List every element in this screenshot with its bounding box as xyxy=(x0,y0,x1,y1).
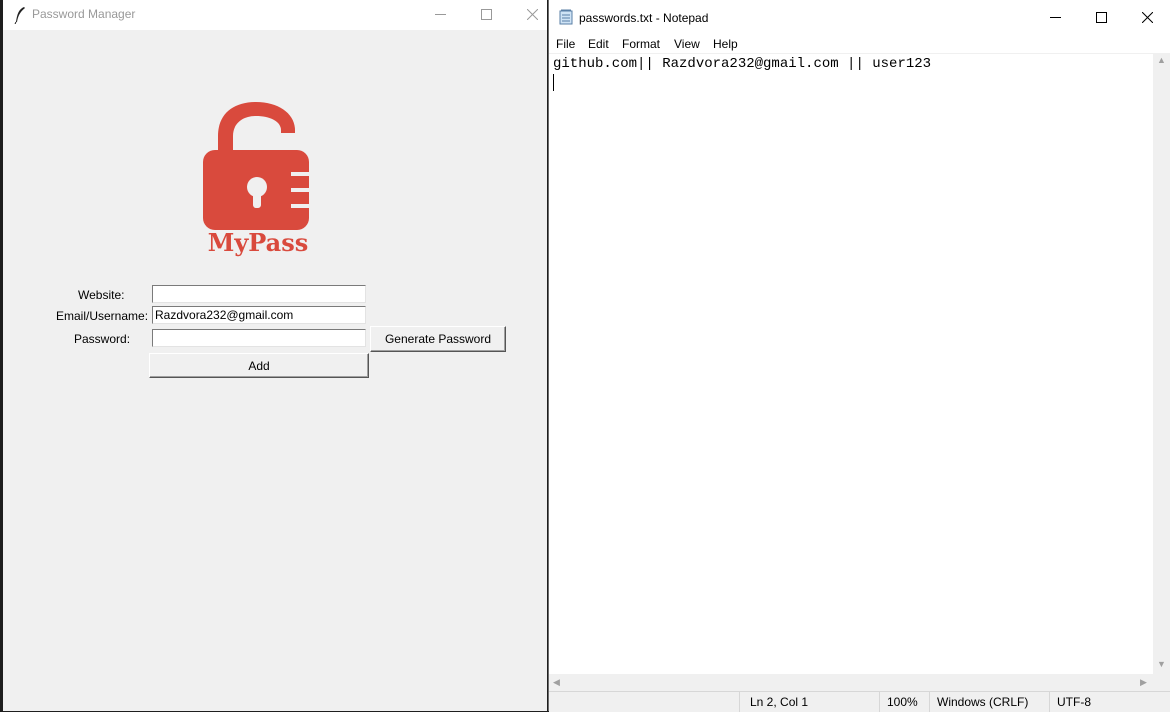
menu-help[interactable]: Help xyxy=(713,37,738,51)
generate-password-button[interactable]: Generate Password xyxy=(370,326,506,352)
maximize-icon xyxy=(1096,12,1107,23)
email-input[interactable] xyxy=(152,306,366,324)
notepad-window-title: passwords.txt - Notepad xyxy=(579,11,709,25)
minimize-icon xyxy=(1050,17,1061,18)
notepad-text-area[interactable]: github.com|| Razdvora232@gmail.com || us… xyxy=(549,53,1153,675)
logo-text: MyPass xyxy=(207,228,309,257)
horizontal-scrollbar[interactable]: ◀ ▶ xyxy=(549,674,1153,691)
password-input[interactable] xyxy=(152,329,366,347)
status-divider xyxy=(1049,692,1050,712)
notepad-maximize-button[interactable] xyxy=(1079,0,1125,35)
website-input[interactable] xyxy=(152,285,366,303)
feather-icon xyxy=(14,7,25,24)
email-label: Email/Username: xyxy=(56,309,149,323)
menu-view[interactable]: View xyxy=(674,37,700,51)
status-line-ending: Windows (CRLF) xyxy=(937,695,1029,709)
scrollbar-corner xyxy=(1153,674,1170,691)
status-divider xyxy=(879,692,880,712)
text-line: github.com|| Razdvora232@gmail.com || us… xyxy=(553,56,932,72)
notepad-titlebar[interactable]: passwords.txt - Notepad xyxy=(549,0,1170,35)
pm-titlebar[interactable]: Password Manager xyxy=(3,0,547,30)
status-zoom: 100% xyxy=(887,695,918,709)
notepad-close-button[interactable] xyxy=(1125,0,1170,35)
scroll-up-icon[interactable]: ▲ xyxy=(1157,55,1166,65)
notepad-icon xyxy=(559,9,573,25)
password-manager-window: Password Manager MyPass Website: Email/U… xyxy=(3,0,547,711)
status-divider xyxy=(739,692,740,712)
status-encoding: UTF-8 xyxy=(1057,695,1091,709)
password-label: Password: xyxy=(74,332,131,346)
add-button[interactable]: Add xyxy=(149,353,369,378)
scroll-right-icon[interactable]: ▶ xyxy=(1140,677,1147,688)
maximize-button[interactable] xyxy=(464,0,510,30)
text-caret xyxy=(553,74,554,91)
minimize-button[interactable] xyxy=(418,0,464,30)
notepad-window: passwords.txt - Notepad File Edit Format… xyxy=(548,0,1170,712)
maximize-icon xyxy=(481,9,492,20)
scroll-left-icon[interactable]: ◀ xyxy=(553,677,560,688)
vertical-scrollbar[interactable]: ▲ ▼ xyxy=(1153,53,1170,674)
close-icon xyxy=(1142,12,1153,23)
menu-edit[interactable]: Edit xyxy=(588,37,609,51)
menu-format[interactable]: Format xyxy=(622,37,660,51)
pm-window-title: Password Manager xyxy=(32,7,136,21)
website-label: Website: xyxy=(78,288,125,302)
status-position: Ln 2, Col 1 xyxy=(750,695,809,709)
notepad-menubar: File Edit Format View Help xyxy=(549,35,1170,53)
close-icon xyxy=(527,9,538,20)
status-divider xyxy=(929,692,930,712)
menu-file[interactable]: File xyxy=(556,37,575,51)
minimize-icon xyxy=(435,14,446,15)
status-bar: Ln 2, Col 1 100% Windows (CRLF) UTF-8 xyxy=(549,691,1170,712)
scroll-down-icon[interactable]: ▼ xyxy=(1157,659,1166,669)
notepad-minimize-button[interactable] xyxy=(1033,0,1079,35)
